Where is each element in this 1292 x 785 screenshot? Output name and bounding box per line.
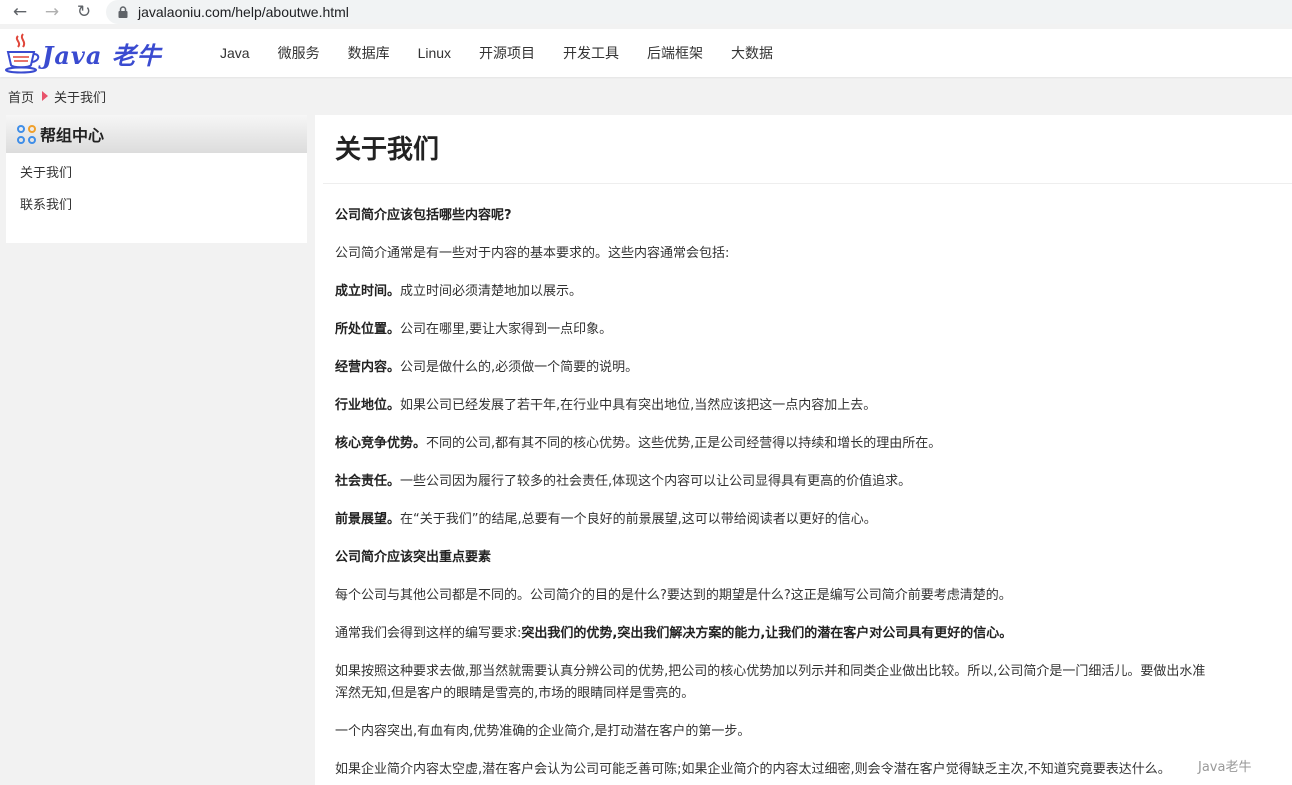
breadcrumb-current: 关于我们 [54,90,107,106]
breadcrumb-arrow-icon [42,91,49,101]
sidebar-header: 帮组中心 [6,115,307,153]
breadcrumb-home[interactable]: 首页 [8,87,34,106]
main-nav: Java 微服务 数据库 Linux 开源项目 开发工具 后端框架 大数据 [206,29,787,77]
point-location: 所处位置。公司在哪里,要让大家得到一点印象。 [335,322,613,337]
url-text: javalaoniu.com/help/aboutwe.html [138,4,349,20]
sidebar-item-about[interactable]: 关于我们 [20,161,307,193]
apps-grid-icon [17,124,36,144]
back-arrow-icon[interactable]: ← [9,1,31,23]
point-business: 经营内容。公司是做什么的,必须做一个简要的说明。 [335,360,639,375]
point-outlook: 前景展望。在“关于我们”的结尾,总要有一个良好的前景展望,这可以带给阅读者以更好… [335,512,877,527]
point-social-responsibility: 社会责任。一些公司因为履行了较多的社会责任,体现这个内容可以让公司显得具有更高的… [335,474,912,489]
breadcrumb: 首页 关于我们 [8,87,107,106]
logo-text: Java 老牛 [42,40,162,70]
nav-big-data[interactable]: 大数据 [717,43,787,63]
nav-dev-tools[interactable]: 开发工具 [549,43,633,63]
coffee-cup-icon [5,33,40,74]
paragraph-balance: 如果企业简介内容太空虚,潜在客户会认为公司可能乏善可陈;如果企业简介的内容太过细… [335,762,1171,777]
page-title: 关于我们 [335,135,440,165]
main-content: 关于我们 公司简介应该包括哪些内容呢? 公司简介通常是有一些对于内容的基本要求的… [315,115,1292,785]
nav-linux[interactable]: Linux [404,45,465,61]
sidebar-list: 关于我们 联系我们 [6,153,307,225]
browser-toolbar: ← → ↻ javalaoniu.com/help/aboutwe.html [0,0,1292,24]
nav-open-source[interactable]: 开源项目 [465,43,549,63]
lock-icon [118,6,128,18]
paragraph-purpose: 每个公司与其他公司都是不同的。公司简介的目的是什么?要达到的期望是什么?这正是编… [335,588,1012,603]
help-sidebar: 帮组中心 关于我们 联系我们 [6,115,307,243]
nav-microservices[interactable]: 微服务 [264,43,334,63]
site-header: Java 老牛 Java 微服务 数据库 Linux 开源项目 开发工具 后端框… [0,29,1292,77]
nav-backend-frameworks[interactable]: 后端框架 [633,43,717,63]
sidebar-title: 帮组中心 [40,126,105,145]
paragraph-advantages: 如果按照这种要求去做,那当然就需要认真分辨公司的优势,把公司的核心优势加以列示并… [335,664,1206,701]
heading-key-elements: 公司简介应该突出重点要素 [335,550,492,565]
forward-arrow-icon[interactable]: → [41,1,63,23]
watermark: Java老牛 [1198,760,1252,775]
point-industry-position: 行业地位。如果公司已经发展了若干年,在行业中具有突出地位,当然应该把这一点内容加… [335,398,877,413]
point-core-advantage: 核心竞争优势。不同的公司,都有其不同的核心优势。这些优势,正是公司经营得以持续和… [335,436,942,451]
article-body: 公司简介应该包括哪些内容呢? 公司简介通常是有一些对于内容的基本要求的。这些内容… [335,205,1292,785]
title-divider [323,183,1292,184]
paragraph-requirements: 通常我们会得到这样的编写要求:突出我们的优势,突出我们解决方案的能力,让我们的潜… [335,626,1013,641]
sidebar-item-contact[interactable]: 联系我们 [20,193,307,225]
paragraph-first-step: 一个内容突出,有血有肉,优势准确的企业简介,是打动潜在客户的第一步。 [335,724,751,739]
address-bar[interactable]: javalaoniu.com/help/aboutwe.html [106,0,1292,24]
heading-company-profile: 公司简介应该包括哪些内容呢? [335,208,512,223]
nav-database[interactable]: 数据库 [334,43,404,63]
point-founding: 成立时间。成立时间必须清楚地加以展示。 [335,284,583,299]
reload-icon[interactable]: ↻ [73,1,95,23]
intro-paragraph: 公司简介通常是有一些对于内容的基本要求的。这些内容通常会包括: [335,246,730,261]
nav-java[interactable]: Java [206,45,264,61]
site-logo[interactable]: Java 老牛 [4,32,174,74]
